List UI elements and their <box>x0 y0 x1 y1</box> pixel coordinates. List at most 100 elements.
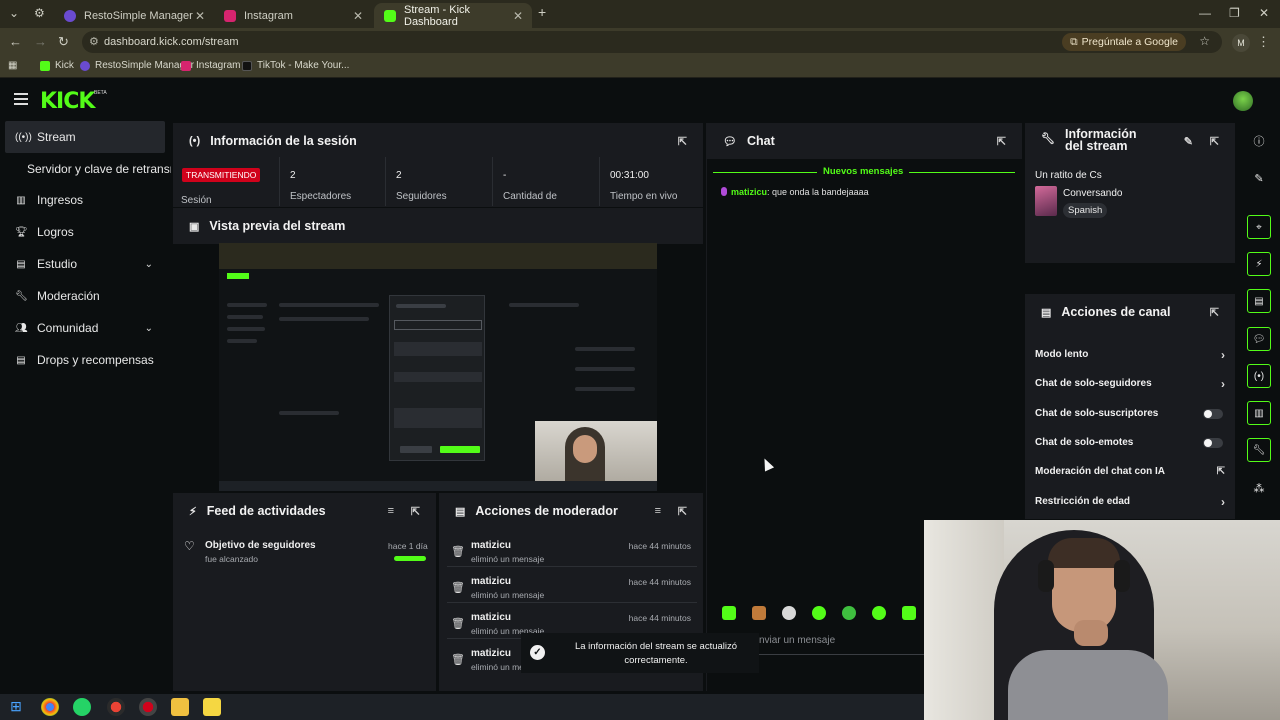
sidebar-item-moderacion[interactable]: 🔧︎ Moderación <box>5 280 165 312</box>
mod-action-user[interactable]: matizicu <box>471 612 511 623</box>
emote-icon[interactable] <box>782 606 796 620</box>
emote-icon[interactable] <box>812 606 826 620</box>
wrench-icon[interactable]: 🔧︎ <box>1247 438 1271 462</box>
chat-header: 💬︎ Chat ⇱ <box>707 123 1022 159</box>
broadcast-icon[interactable]: (•) <box>1247 364 1271 388</box>
webcam-headphone <box>1114 560 1130 592</box>
tab-restosimple[interactable]: RestoSimple Manager ✕ <box>54 3 214 28</box>
reload-icon[interactable]: ↻ <box>58 34 69 50</box>
server-icon[interactable]: ▥ <box>1247 401 1271 425</box>
hamburger-menu-icon[interactable] <box>14 93 28 105</box>
edit-pencil-icon[interactable]: ✎ <box>1184 135 1193 148</box>
channel-action-followers-only[interactable]: Chat de solo-seguidores › <box>1035 377 1225 391</box>
sidebar-item-server-key[interactable]: Servidor y clave de retransm <box>5 153 171 185</box>
chat-input[interactable]: nviar un mensaje <box>759 635 835 646</box>
scan-icon[interactable]: ⌖ <box>1247 215 1271 239</box>
sidebar-item-estudio[interactable]: ▤ Estudio ⌄ <box>5 248 165 280</box>
tab-search-icon[interactable]: ⌄ <box>9 6 19 20</box>
bookmark-restosimple[interactable]: RestoSimple Manager <box>80 60 194 71</box>
minimize-icon[interactable]: — <box>1199 6 1211 20</box>
trash-icon: 🗑︎ <box>451 654 465 666</box>
popout-icon[interactable]: ⇱ <box>997 135 1006 148</box>
chrome-profile-icon[interactable] <box>107 698 125 716</box>
url-bar[interactable]: ⚙ dashboard.kick.com/stream ⧉ Pregúntale… <box>82 31 1222 53</box>
emote-icon[interactable] <box>842 606 856 620</box>
back-icon[interactable]: ← <box>9 34 22 49</box>
filter-icon[interactable]: ≡ <box>655 505 661 517</box>
sidebar-item-label: Comunidad <box>37 321 99 335</box>
emote-icon[interactable] <box>722 606 736 620</box>
close-tab-icon[interactable]: ✕ <box>195 9 205 23</box>
forward-icon[interactable]: → <box>34 34 47 49</box>
filter-icon[interactable]: ≡ <box>388 505 394 517</box>
stream-title: Un ratito de Cs <box>1035 170 1102 181</box>
site-info-icon[interactable]: ⚙ <box>89 35 99 48</box>
popout-icon[interactable]: ⇱ <box>411 505 420 518</box>
whatsapp-icon[interactable] <box>73 698 91 716</box>
emote-icon[interactable] <box>902 606 916 620</box>
bookmark-tiktok[interactable]: TikTok - Make Your... <box>242 60 349 71</box>
close-window-icon[interactable]: ✕ <box>1259 6 1269 20</box>
close-tab-icon[interactable]: ✕ <box>513 9 523 23</box>
emote-icon[interactable] <box>752 606 766 620</box>
chat-bubble-icon: 💬︎ <box>723 135 737 148</box>
browser-menu-icon[interactable]: ⋮ <box>1257 34 1270 50</box>
sidebar-item-comunidad[interactable]: 👥︎ Comunidad ⌄ <box>5 312 165 344</box>
profile-avatar[interactable]: M <box>1232 34 1250 52</box>
mod-action-user[interactable]: matizicu <box>471 576 511 587</box>
ask-google-button[interactable]: ⧉ Pregúntale a Google <box>1062 33 1186 51</box>
popout-icon[interactable]: ⇱ <box>678 135 687 148</box>
app-icon[interactable] <box>203 698 221 716</box>
stat-value: 2 <box>396 170 402 181</box>
edit-pencil-icon[interactable]: ✎ <box>1247 166 1271 190</box>
sidebar-item-drops[interactable]: ▤ Drops y recompensas <box>5 344 165 376</box>
tab-instagram[interactable]: Instagram ✕ <box>214 3 372 28</box>
stat-live-time: 00:31:00 Tiempo en vivo <box>599 157 703 206</box>
subscribers-only-toggle[interactable] <box>1203 409 1223 419</box>
emotes-only-toggle[interactable] <box>1203 438 1223 448</box>
chrome-icon[interactable] <box>41 698 59 716</box>
channel-action-ai-moderation[interactable]: Moderación del chat con IA ⇱ <box>1035 466 1225 477</box>
popout-icon[interactable]: ⇱ <box>678 505 687 518</box>
kick-logo[interactable]: KICK <box>40 89 95 114</box>
mod-action-user[interactable]: matizicu <box>471 540 511 551</box>
more-apps-icon[interactable]: ⁂ <box>1247 476 1271 500</box>
bookmark-kick[interactable]: Kick <box>40 60 74 71</box>
tab-title: Stream - Kick Dashboard <box>404 3 471 28</box>
document-icon[interactable]: ▤ <box>1247 289 1271 313</box>
chevron-down-icon: ⌄ <box>144 258 153 270</box>
new-tab-icon[interactable]: + <box>538 4 546 20</box>
lightning-icon[interactable]: ⚡︎ <box>1247 252 1271 276</box>
stat-value: 00:31:00 <box>610 170 649 181</box>
chat-username[interactable]: matizicu <box>731 187 767 197</box>
sidebar-item-ingresos[interactable]: ▥ Ingresos <box>5 184 165 216</box>
stream-info-header: 🔧︎ Información del stream ✎ ⇱ <box>1025 123 1235 159</box>
bookmark-label: Instagram <box>196 60 241 71</box>
channel-action-age-restriction[interactable]: Restricción de edad › <box>1035 495 1225 509</box>
restore-icon[interactable]: ❐ <box>1229 6 1240 20</box>
emote-icon[interactable] <box>872 606 886 620</box>
tab-kick-dashboard[interactable]: Stream - Kick Dashboard ✕ <box>374 3 532 28</box>
sidebar-item-logros[interactable]: 🏆︎ Logros <box>5 216 165 248</box>
bookmark-instagram[interactable]: Instagram <box>181 60 240 71</box>
popout-icon[interactable]: ⇱ <box>1210 306 1219 319</box>
popout-icon[interactable]: ⇱ <box>1210 135 1219 148</box>
close-tab-icon[interactable]: ✕ <box>353 9 363 23</box>
user-avatar[interactable] <box>1233 91 1253 111</box>
windows-start-icon[interactable]: ⊞ <box>7 698 25 716</box>
preview-row <box>575 367 635 371</box>
preview-row <box>227 339 257 343</box>
stream-info-panel: 🔧︎ Información del stream ✎ ⇱ Un ratito … <box>1025 123 1235 263</box>
bookmark-star-icon[interactable]: ☆ <box>1199 34 1210 48</box>
mod-action-user[interactable]: matizicu <box>471 648 511 659</box>
sidebar-item-stream[interactable]: ((•)) Stream <box>5 121 165 153</box>
check-icon: ✓ <box>530 645 545 660</box>
feed-item-time: hace 1 día <box>388 541 428 551</box>
obs-icon[interactable] <box>139 698 157 716</box>
info-icon[interactable]: ⓘ <box>1247 129 1271 153</box>
file-explorer-icon[interactable] <box>171 698 189 716</box>
stream-preview-video[interactable] <box>219 243 657 491</box>
chat-bubble-icon[interactable]: 💬︎ <box>1247 327 1271 351</box>
apps-grid-icon[interactable]: ▦ <box>8 60 17 71</box>
channel-action-slow-mode[interactable]: Modo lento › <box>1035 348 1225 362</box>
